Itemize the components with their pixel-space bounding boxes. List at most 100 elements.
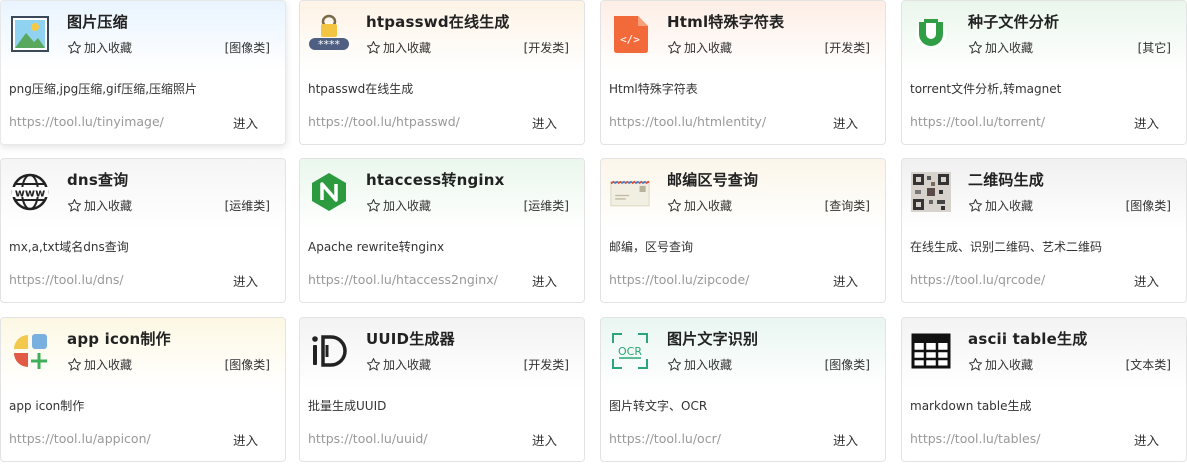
tool-url-link[interactable]: https://tool.lu/tinyimage/ <box>9 114 214 129</box>
add-favorite-button[interactable]: 加入收藏 <box>366 356 431 373</box>
add-favorite-button[interactable]: 加入收藏 <box>667 39 732 56</box>
enter-button[interactable]: 进入 <box>233 430 258 449</box>
tool-card[interactable]: htaccess转nginx 加入收藏 [运维类] Apache rewrite转ng… <box>299 158 585 303</box>
tool-url-link[interactable]: https://tool.lu/dns/ <box>9 272 214 287</box>
tool-title[interactable]: dns查询 <box>67 169 128 190</box>
category-badge: [图像类] <box>824 358 870 372</box>
tool-title[interactable]: UUID生成器 <box>366 328 455 349</box>
star-icon <box>667 198 684 213</box>
envelope-icon[interactable] <box>610 172 650 212</box>
enter-button[interactable]: 进入 <box>233 271 258 290</box>
tool-description: Html特殊字符表 <box>609 82 698 96</box>
tool-description: 邮编，区号查询 <box>609 240 694 254</box>
qrcode-icon[interactable] <box>911 172 951 212</box>
tool-title[interactable]: app icon制作 <box>67 328 171 349</box>
tool-description: 批量生成UUID <box>308 399 387 413</box>
tool-url-link[interactable]: https://tool.lu/uuid/ <box>308 431 513 446</box>
tool-title[interactable]: 邮编区号查询 <box>667 169 758 190</box>
category-badge: [开发类] <box>523 358 569 372</box>
www-globe-icon[interactable]: www <box>10 172 50 212</box>
add-favorite-button[interactable]: 加入收藏 <box>366 39 431 56</box>
add-favorite-button[interactable]: 加入收藏 <box>968 39 1033 56</box>
add-favorite-button[interactable]: 加入收藏 <box>67 197 132 214</box>
tool-url-link[interactable]: https://tool.lu/qrcode/ <box>910 272 1115 287</box>
star-icon <box>968 357 985 372</box>
tool-title[interactable]: 种子文件分析 <box>968 11 1059 32</box>
add-favorite-button[interactable]: 加入收藏 <box>667 197 732 214</box>
enter-button[interactable]: 进入 <box>1134 430 1159 449</box>
nginx-icon[interactable] <box>309 172 349 212</box>
star-icon <box>968 198 985 213</box>
star-icon <box>667 40 684 55</box>
tool-title[interactable]: 图片压缩 <box>67 11 128 32</box>
tool-title[interactable]: htpasswd在线生成 <box>366 11 510 32</box>
category-badge: [图像类] <box>224 358 270 372</box>
add-favorite-label: 加入收藏 <box>84 358 133 372</box>
add-favorite-label: 加入收藏 <box>985 41 1034 55</box>
tool-title[interactable]: 图片文字识别 <box>667 328 758 349</box>
uuid-id-icon[interactable] <box>309 331 349 371</box>
svg-text:</>: </> <box>620 33 640 46</box>
tool-card[interactable]: 种子文件分析加入收藏 [其它] torrent文件分析,转magnet https:/… <box>901 0 1187 145</box>
tool-title[interactable]: 二维码生成 <box>968 169 1044 190</box>
add-favorite-label: 加入收藏 <box>383 199 432 213</box>
svg-text:www: www <box>15 187 46 200</box>
tool-card[interactable]: 图片压缩 加入收藏 [图像类] png压缩,jpg压缩,gif压缩,压缩照片 https… <box>0 0 286 145</box>
category-badge: [查询类] <box>824 199 870 213</box>
enter-button[interactable]: 进入 <box>1134 271 1159 290</box>
tool-card[interactable]: www dns查询 加入收藏 [运维类] mx,a,txt域名dns查询 https://… <box>0 158 286 303</box>
tool-url-link[interactable]: https://tool.lu/htaccess2nginx/ <box>308 272 513 287</box>
tool-url-link[interactable]: https://tool.lu/tables/ <box>910 431 1115 446</box>
add-favorite-button[interactable]: 加入收藏 <box>968 197 1033 214</box>
tool-url-link[interactable]: https://tool.lu/appicon/ <box>9 431 214 446</box>
tool-card[interactable]: ascii table生成 加入收藏 [文本类] markdown table生成 ht… <box>901 317 1187 462</box>
enter-button[interactable]: 进入 <box>532 430 557 449</box>
tool-title[interactable]: Html特殊字符表 <box>667 11 784 32</box>
add-favorite-button[interactable]: 加入收藏 <box>67 356 132 373</box>
star-icon <box>667 357 684 372</box>
tool-url-link[interactable]: https://tool.lu/ocr/ <box>609 431 814 446</box>
tool-card[interactable]: **** htpasswd在线生成 加入收藏 [开发类] htpasswd在线生成 htt… <box>299 0 585 145</box>
add-favorite-label: 加入收藏 <box>84 41 133 55</box>
enter-button[interactable]: 进入 <box>833 113 858 132</box>
tool-url-link[interactable]: https://tool.lu/htpasswd/ <box>308 114 513 129</box>
enter-button[interactable]: 进入 <box>532 113 557 132</box>
utorrent-icon[interactable] <box>911 14 951 54</box>
tool-title[interactable]: htaccess转nginx <box>366 169 505 190</box>
tool-card[interactable]: app icon制作 加入收藏 [图像类] app icon制作 https://too… <box>0 317 286 462</box>
category-badge: [图像类] <box>224 41 270 55</box>
enter-button[interactable]: 进入 <box>833 430 858 449</box>
enter-button[interactable]: 进入 <box>233 113 258 132</box>
star-icon <box>366 357 383 372</box>
tool-title[interactable]: ascii table生成 <box>968 328 1087 349</box>
tool-card[interactable]: 邮编区号查询加入收藏 [查询类] 邮编，区号查询 https://tool.lu/zi… <box>600 158 886 303</box>
tool-card[interactable]: 二维码生成 加入收藏 [图像类] 在线生成、识别二维码、艺术二维码 https://to… <box>901 158 1187 303</box>
tool-card[interactable]: </> Html特殊字符表 加入收藏 [开发类] Html特殊字符表 https://to… <box>600 0 886 145</box>
lock-password-icon[interactable]: **** <box>309 14 349 54</box>
svg-text:OCR: OCR <box>618 345 642 358</box>
html-file-icon[interactable]: </> <box>610 14 650 54</box>
enter-button[interactable]: 进入 <box>1134 113 1159 132</box>
tool-url-link[interactable]: https://tool.lu/torrent/ <box>910 114 1115 129</box>
enter-button[interactable]: 进入 <box>833 271 858 290</box>
enter-button[interactable]: 进入 <box>532 271 557 290</box>
tool-card[interactable]: UUID生成器加入收藏 [开发类] 批量生成UUID https://tool.lu/… <box>299 317 585 462</box>
app-icon-shapes-icon[interactable] <box>10 331 50 371</box>
category-badge: [其它] <box>1137 41 1171 55</box>
tool-url-link[interactable]: https://tool.lu/htmlentity/ <box>609 114 814 129</box>
add-favorite-button[interactable]: 加入收藏 <box>667 356 732 373</box>
tool-description: Apache rewrite转nginx <box>308 240 445 254</box>
ocr-icon[interactable]: OCR <box>610 331 650 371</box>
image-icon[interactable] <box>10 14 50 54</box>
tool-description: torrent文件分析,转magnet <box>910 82 1062 96</box>
add-favorite-label: 加入收藏 <box>684 41 733 55</box>
table-icon[interactable] <box>911 331 951 371</box>
add-favorite-button[interactable]: 加入收藏 <box>968 356 1033 373</box>
tool-url-link[interactable]: https://tool.lu/zipcode/ <box>609 272 814 287</box>
tool-description: app icon制作 <box>9 399 85 413</box>
add-favorite-button[interactable]: 加入收藏 <box>67 39 132 56</box>
tool-description: markdown table生成 <box>910 399 1032 413</box>
tool-grid: 图片压缩 加入收藏 [图像类] png压缩,jpg压缩,gif压缩,压缩照片 https… <box>0 0 1187 464</box>
tool-card[interactable]: OCR 图片文字识别 加入收藏 [图像类] 图片转文字、OCR https://tool.… <box>600 317 886 462</box>
add-favorite-button[interactable]: 加入收藏 <box>366 197 431 214</box>
